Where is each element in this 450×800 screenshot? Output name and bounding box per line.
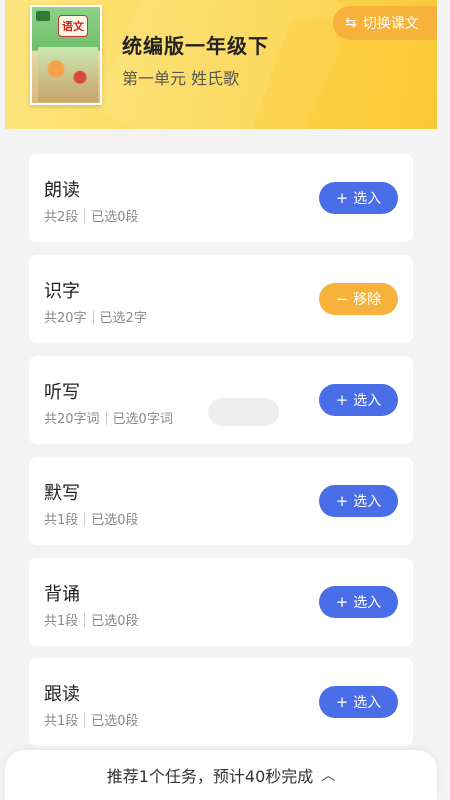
chevron-up-icon: ︿ <box>321 768 336 784</box>
task-name: 默写 <box>44 483 80 504</box>
switch-lesson-button[interactable]: ⇆ 切换课文 <box>333 6 437 40</box>
add-label: 选入 <box>353 191 382 207</box>
plus-icon: + <box>335 492 349 510</box>
task-name: 听写 <box>44 382 80 403</box>
plus-icon: + <box>335 693 349 711</box>
remove-task-button[interactable]: − 移除 <box>319 283 398 315</box>
task-meta: 共2段 已选0段 <box>44 206 139 225</box>
lesson-title: 第一单元 姓氏歌 <box>122 69 240 88</box>
loading-toast <box>208 398 279 426</box>
task-name: 朗读 <box>44 180 80 201</box>
task-selected: 已选0段 <box>91 210 139 225</box>
add-task-button[interactable]: + 选入 <box>319 586 398 618</box>
plus-icon: + <box>335 391 349 409</box>
task-card-read-aloud: 朗读 共2段 已选0段 + 选入 <box>29 154 413 242</box>
add-task-button[interactable]: + 选入 <box>319 182 398 214</box>
task-selected: 已选0字词 <box>112 412 173 427</box>
add-task-button[interactable]: + 选入 <box>319 384 398 416</box>
add-task-button[interactable]: + 选入 <box>319 485 398 517</box>
textbook-cover: 语文 <box>30 5 102 105</box>
task-name: 背诵 <box>44 584 80 605</box>
cover-title: 语文 <box>58 15 88 37</box>
task-meta: 共1段 已选0段 <box>44 710 139 729</box>
task-card-recite: 背诵 共1段 已选0段 + 选入 <box>29 558 413 646</box>
task-selected: 已选0段 <box>91 513 139 528</box>
task-total: 共20字词 <box>44 412 100 427</box>
task-selected: 已选0段 <box>91 614 139 629</box>
task-card-literacy: 识字 共20字 已选2字 − 移除 <box>29 255 413 343</box>
task-name: 跟读 <box>44 684 80 705</box>
task-meta: 共20字词 已选0字词 <box>44 408 173 427</box>
task-card-follow-read: 跟读 共1段 已选0段 + 选入 <box>29 658 413 746</box>
task-meta: 共20字 已选2字 <box>44 307 147 326</box>
book-title: 统编版一年级下 <box>122 34 269 58</box>
add-task-button[interactable]: + 选入 <box>319 686 398 718</box>
task-total: 共20字 <box>44 311 87 326</box>
add-label: 选入 <box>353 393 382 409</box>
task-name: 识字 <box>44 281 80 302</box>
divider <box>84 208 86 223</box>
task-selected: 已选2字 <box>99 311 147 326</box>
cover-illustration <box>38 47 98 102</box>
task-total: 共1段 <box>44 714 79 729</box>
swap-arrows-icon: ⇆ <box>345 15 357 31</box>
task-meta: 共1段 已选0段 <box>44 610 139 629</box>
divider <box>84 612 86 627</box>
divider <box>92 309 94 324</box>
divider <box>84 511 86 526</box>
task-total: 共1段 <box>44 614 79 629</box>
task-summary-bar[interactable]: 推荐1个任务，预计40秒完成 ︿ <box>5 750 437 800</box>
summary-text: 推荐1个任务，预计40秒完成 <box>106 767 314 786</box>
task-card-write-from-memory: 默写 共1段 已选0段 + 选入 <box>29 457 413 545</box>
add-label: 选入 <box>353 595 382 611</box>
task-selected: 已选0段 <box>91 714 139 729</box>
remove-label: 移除 <box>353 292 382 308</box>
cover-badge <box>36 11 50 21</box>
divider <box>105 410 107 425</box>
add-label: 选入 <box>353 695 382 711</box>
plus-icon: + <box>335 189 349 207</box>
task-total: 共1段 <box>44 513 79 528</box>
add-label: 选入 <box>353 494 382 510</box>
minus-icon: − <box>335 290 349 308</box>
divider <box>84 712 86 727</box>
plus-icon: + <box>335 593 349 611</box>
task-total: 共2段 <box>44 210 79 225</box>
task-meta: 共1段 已选0段 <box>44 509 139 528</box>
switch-lesson-label: 切换课文 <box>362 16 419 32</box>
